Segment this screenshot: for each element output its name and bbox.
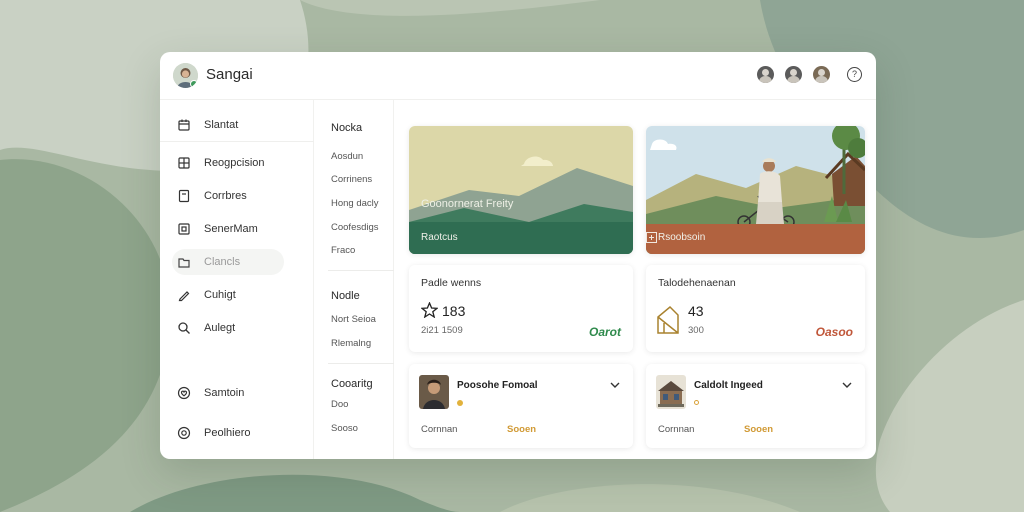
sidebar-divider xyxy=(160,141,314,142)
title-bar: Sangai ? xyxy=(160,52,876,100)
help-icon[interactable]: ? xyxy=(847,67,862,82)
globe-icon xyxy=(172,426,196,440)
sidebar-item-reogpcision[interactable]: Reogpcision xyxy=(172,150,284,176)
sidebar-item-label: Samtoin xyxy=(204,387,245,399)
collaborator-avatar-icon[interactable] xyxy=(757,66,774,83)
sidebar-item-aulegt[interactable]: Aulegt xyxy=(172,315,284,341)
app-title: Sangai xyxy=(206,66,253,83)
building-thumbnail xyxy=(656,375,686,409)
chevron-down-icon[interactable] xyxy=(609,380,621,390)
location-pin-icon xyxy=(694,400,699,405)
item-amount: Sooen xyxy=(507,424,537,435)
sidebar-item-label: Slantat xyxy=(204,119,239,131)
pen-icon xyxy=(172,288,196,302)
user-avatar[interactable] xyxy=(173,63,198,88)
stat-card-subtext: 2i21 1509 xyxy=(421,325,463,336)
folder-icon xyxy=(172,255,196,269)
hero-card-caption: Rsoobsoin xyxy=(658,232,706,243)
item-footer-label: Cornnan xyxy=(421,424,458,435)
stat-card-value: 183 xyxy=(442,303,466,319)
online-status-dot xyxy=(190,80,198,88)
sidebar-item-slantat[interactable]: Slantat xyxy=(172,112,284,138)
collaborator-avatar-icon[interactable] xyxy=(813,66,830,83)
square-icon xyxy=(172,222,196,236)
sidebar-item-senermam[interactable]: SenerMam xyxy=(172,216,284,242)
stat-card-tag: Oasoo xyxy=(815,325,853,339)
item-name: Caldolt Ingeed xyxy=(694,380,763,391)
submenu-heading: Nocka xyxy=(331,122,363,134)
sidebar-item-label: Clancls xyxy=(204,256,241,268)
collaborator-avatar-icon[interactable] xyxy=(785,66,802,83)
submenu-item[interactable]: Coofesdigs xyxy=(331,222,379,233)
sidebar-item-label: SenerMam xyxy=(204,223,258,235)
hero-card-caption: Raotcus xyxy=(421,232,458,243)
item-name: Poosohe Fomoal xyxy=(457,380,538,391)
hero-card[interactable]: Goonornerat Freity Raotcus xyxy=(409,126,633,254)
heart-icon xyxy=(172,386,196,400)
submenu-divider xyxy=(328,363,394,364)
sidebar-item-cuhigt[interactable]: Cuhigt xyxy=(172,282,284,308)
sidebar-item-clancls[interactable]: Clancls xyxy=(172,249,284,275)
person-thumbnail xyxy=(419,375,449,409)
submenu-item[interactable]: Rlemalng xyxy=(331,338,371,349)
submenu-item[interactable]: Corrinens xyxy=(331,174,372,185)
stat-card[interactable]: Padle wenns 183 2i21 1509 Oarot xyxy=(409,265,633,352)
sidebar-item-label: Peolhiero xyxy=(204,427,251,439)
submenu-panel: Nocka Aosdun Corrinens Hong dacly Coofes… xyxy=(314,100,394,459)
submenu-heading: Nodle xyxy=(331,290,360,302)
hero-card-title: Goonornerat Freity xyxy=(421,198,514,210)
submenu-item[interactable]: Sooso xyxy=(331,423,358,434)
list-item-card[interactable]: Caldolt Ingeed Cornnan Sooen xyxy=(646,364,865,448)
submenu-item[interactable]: Nort Seioa xyxy=(331,314,376,325)
stat-card-tag: Oarot xyxy=(588,325,621,339)
sidebar-item-corrbres[interactable]: Corrbres xyxy=(172,183,284,209)
sidebar-item-label: Cuhigt xyxy=(204,289,236,301)
rating-dot xyxy=(457,400,463,406)
sidebar: Slantat Reogpcision Corrbres SenerMam Cl… xyxy=(160,100,314,459)
expand-icon[interactable] xyxy=(646,232,657,243)
hero-card[interactable]: Rsoobsoin xyxy=(646,126,865,254)
stat-card-subtext: 300 xyxy=(688,325,704,336)
calendar-icon xyxy=(172,118,196,132)
submenu-item[interactable]: Hong dacly xyxy=(331,198,379,209)
house-icon xyxy=(657,305,679,334)
stat-card-value: 43 xyxy=(688,303,704,319)
item-amount: Sooen xyxy=(744,424,774,435)
sidebar-item-samtoin[interactable]: Samtoin xyxy=(172,380,284,406)
sidebar-item-label: Aulegt xyxy=(204,322,236,334)
sidebar-item-label: Reogpcision xyxy=(204,157,265,169)
chevron-down-icon[interactable] xyxy=(841,380,853,390)
sidebar-item-peolhiero[interactable]: Peolhiero xyxy=(172,420,284,446)
document-icon xyxy=(172,189,196,203)
item-footer-label: Cornnan xyxy=(658,424,695,435)
grid-icon xyxy=(172,156,196,170)
submenu-item[interactable]: Doo xyxy=(331,399,348,410)
submenu-item[interactable]: Fraco xyxy=(331,245,355,256)
stat-card-title: Talodehenaenan xyxy=(658,277,736,289)
submenu-item[interactable]: Aosdun xyxy=(331,151,363,162)
star-icon xyxy=(421,302,438,318)
submenu-divider xyxy=(328,270,394,271)
app-window: Sangai ? Slantat Reogpcision Corrbres Se… xyxy=(160,52,876,459)
stat-card-title: Padle wenns xyxy=(421,277,482,289)
search-icon xyxy=(172,321,196,335)
stat-card[interactable]: Talodehenaenan 43 300 Oasoo xyxy=(646,265,865,352)
submenu-heading: Cooaritg xyxy=(331,378,373,390)
list-item-card[interactable]: Poosohe Fomoal Cornnan Sooen xyxy=(409,364,633,448)
sidebar-item-label: Corrbres xyxy=(204,190,247,202)
